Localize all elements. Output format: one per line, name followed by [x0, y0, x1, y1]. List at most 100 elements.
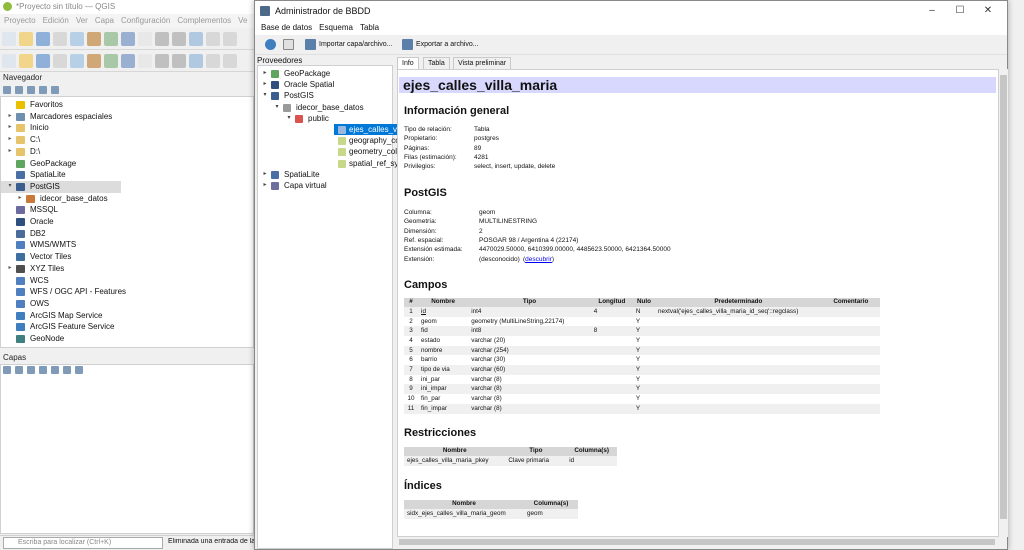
- navigator-item[interactable]: ▸ idecor_base_datos: [11, 193, 131, 205]
- navigator-item[interactable]: ▸ D:\: [1, 146, 121, 158]
- provider-tree-item[interactable]: ▸ SpatiaLite: [258, 169, 388, 180]
- chevron-right-icon[interactable]: ▸: [7, 134, 13, 146]
- qgis-menu-item[interactable]: Capa: [95, 16, 114, 25]
- navigator-item[interactable]: ▸ XYZ Tiles: [1, 263, 121, 275]
- toolbar-button[interactable]: [189, 32, 203, 46]
- toolbar-button[interactable]: [206, 32, 220, 46]
- navigator-tree[interactable]: Favoritos ▸ Marcadores espaciales ▸ Inicio ▸ C…: [0, 96, 254, 348]
- chevron-right-icon[interactable]: ▸: [262, 180, 268, 191]
- navigator-item[interactable]: SpatiaLite: [1, 169, 121, 181]
- navigator-item[interactable]: DB2: [1, 228, 121, 240]
- chevron-down-icon[interactable]: ▾: [274, 102, 280, 113]
- export-file-button[interactable]: Exportar a archivo...: [402, 38, 479, 52]
- filter-icon[interactable]: [39, 366, 47, 374]
- toolbar-button[interactable]: [36, 54, 50, 68]
- toolbar-button[interactable]: [53, 54, 67, 68]
- qgis-menu-item[interactable]: Configuración: [121, 16, 170, 25]
- toolbar-button[interactable]: [2, 54, 16, 68]
- toolbar-button[interactable]: [70, 32, 84, 46]
- import-layer-button[interactable]: Importar capa/archivo...: [305, 38, 393, 52]
- refresh-icon[interactable]: [15, 86, 23, 94]
- navigator-item[interactable]: OWS: [1, 298, 121, 310]
- navigator-item[interactable]: WCS: [1, 275, 121, 287]
- qgis-menu-item[interactable]: Complementos: [177, 16, 231, 25]
- toolbar-button[interactable]: [172, 32, 186, 46]
- db-menu-item[interactable]: Tabla: [360, 23, 379, 32]
- db-menu-item[interactable]: Base de datos: [261, 23, 312, 32]
- chevron-right-icon[interactable]: ▸: [262, 68, 268, 79]
- toolbar-button[interactable]: [70, 54, 84, 68]
- db-menu-item[interactable]: Esquema: [319, 23, 353, 32]
- toolbar-button[interactable]: [104, 54, 118, 68]
- navigator-item[interactable]: Vector Tiles: [1, 251, 121, 263]
- chevron-down-icon[interactable]: ▾: [262, 90, 268, 101]
- toolbar-button[interactable]: [53, 32, 67, 46]
- toolbar-button[interactable]: [121, 32, 135, 46]
- navigator-item[interactable]: GeoPackage: [1, 158, 121, 170]
- visibility-icon[interactable]: [27, 366, 35, 374]
- collapse-icon[interactable]: [39, 86, 47, 94]
- minimize-button[interactable]: –: [919, 4, 945, 18]
- info-vertical-scroll-thumb[interactable]: [1000, 75, 1007, 519]
- toolbar-button[interactable]: [87, 54, 101, 68]
- chevron-right-icon[interactable]: ▸: [7, 122, 13, 134]
- toolbar-button[interactable]: [87, 32, 101, 46]
- toolbar-button[interactable]: [189, 54, 203, 68]
- qgis-menu-item[interactable]: Ve: [238, 16, 247, 25]
- chevron-right-icon[interactable]: ▸: [262, 79, 268, 90]
- refresh-button[interactable]: [265, 38, 279, 52]
- layer-style-icon[interactable]: [3, 366, 11, 374]
- tab-vista-preliminar[interactable]: Vista preliminar: [453, 57, 512, 69]
- navigator-item[interactable]: ▸ Marcadores espaciales: [1, 111, 121, 123]
- filter-icon[interactable]: [27, 86, 35, 94]
- navigator-item[interactable]: ▸ Inicio: [1, 122, 121, 134]
- provider-tree-item[interactable]: ▾ idecor_base_datos: [258, 102, 388, 113]
- toolbar-button[interactable]: [206, 54, 220, 68]
- navigator-item[interactable]: ▾ PostGIS: [1, 180, 121, 193]
- chevron-right-icon[interactable]: ▸: [7, 111, 13, 123]
- navigator-item[interactable]: ArcGIS Feature Service: [1, 321, 121, 333]
- toolbar-button[interactable]: [223, 32, 237, 46]
- layers-panel[interactable]: [0, 364, 254, 534]
- close-button[interactable]: ✕: [975, 4, 1001, 18]
- toolbar-button[interactable]: [138, 54, 152, 68]
- provider-tree-item[interactable]: ▾ public: [258, 113, 388, 124]
- navigator-item[interactable]: Oracle: [1, 216, 121, 228]
- chevron-down-icon[interactable]: ▾: [7, 181, 13, 193]
- toolbar-button[interactable]: [155, 54, 169, 68]
- add-icon[interactable]: [3, 86, 11, 94]
- navigator-item[interactable]: Favoritos: [1, 99, 121, 111]
- toolbar-button[interactable]: [223, 54, 237, 68]
- chevron-down-icon[interactable]: ▾: [286, 113, 292, 124]
- provider-tree-item[interactable]: ▸ Oracle Spatial: [258, 79, 388, 90]
- add-group-icon[interactable]: [15, 366, 23, 374]
- locator-search-input[interactable]: Escriba para localizar (Ctrl+K): [3, 537, 163, 549]
- qgis-menu-item[interactable]: Edición: [43, 16, 69, 25]
- qgis-menu-item[interactable]: Proyecto: [4, 16, 36, 25]
- info-horizontal-scroll-thumb[interactable]: [399, 539, 995, 545]
- navigator-item[interactable]: WFS / OGC API - Features: [1, 286, 126, 298]
- toolbar-button[interactable]: [138, 32, 152, 46]
- collapse-icon[interactable]: [63, 366, 71, 374]
- expand-icon[interactable]: [51, 366, 59, 374]
- providers-tree[interactable]: ▸ GeoPackage ▸ Oracle Spatial ▾ PostGIS ▾ ideco…: [257, 65, 424, 549]
- toolbar-button[interactable]: [2, 32, 16, 46]
- toolbar-button[interactable]: [19, 54, 33, 68]
- toolbar-button[interactable]: [19, 32, 33, 46]
- chevron-right-icon[interactable]: ▸: [262, 169, 268, 180]
- provider-tree-item[interactable]: ▸ GeoPackage: [258, 68, 388, 79]
- navigator-item[interactable]: ArcGIS Map Service: [1, 310, 121, 322]
- toolbar-button[interactable]: [155, 32, 169, 46]
- maximize-button[interactable]: ☐: [947, 4, 973, 18]
- tab-tabla[interactable]: Tabla: [423, 57, 450, 69]
- toolbar-button[interactable]: [36, 32, 50, 46]
- info-icon[interactable]: [51, 86, 59, 94]
- chevron-right-icon[interactable]: ▸: [7, 146, 13, 158]
- navigator-item[interactable]: WMS/WMTS: [1, 239, 121, 251]
- discover-extent-link[interactable]: descubrir: [525, 256, 552, 263]
- navigator-item[interactable]: ▸ C:\: [1, 134, 121, 146]
- navigator-item[interactable]: GeoNode: [1, 333, 121, 345]
- chevron-right-icon[interactable]: ▸: [17, 193, 23, 205]
- toolbar-button[interactable]: [172, 54, 186, 68]
- provider-tree-item[interactable]: ▾ PostGIS: [258, 90, 388, 101]
